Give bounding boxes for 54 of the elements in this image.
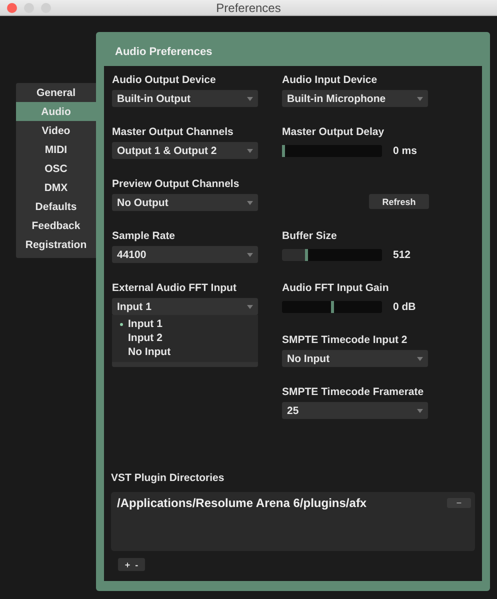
slider-thumb[interactable] bbox=[305, 248, 308, 260]
dropdown[interactable]: 25 bbox=[282, 402, 428, 419]
sidebar-item[interactable]: OSC bbox=[16, 159, 96, 178]
sidebar-item[interactable]: MIDI bbox=[16, 140, 96, 159]
caret-icon bbox=[417, 408, 423, 412]
field-label: SMPTE Timecode Input 2 bbox=[282, 333, 408, 348]
dropdown[interactable]: Built-in Microphone bbox=[282, 90, 428, 107]
sidebar-item[interactable]: Feedback bbox=[16, 216, 96, 235]
caret-icon bbox=[247, 148, 253, 152]
slider[interactable] bbox=[282, 248, 382, 260]
field-label: Preview Output Channels bbox=[112, 177, 240, 192]
sidebar-item[interactable]: DMX bbox=[16, 178, 96, 197]
slider-reading: 0 dB bbox=[393, 300, 416, 312]
caret-icon bbox=[247, 252, 253, 256]
dropdown[interactable]: No Input bbox=[282, 350, 428, 367]
caret-icon bbox=[247, 304, 253, 308]
directory-path[interactable]: /Applications/Resolume Arena 6/plugins/afx bbox=[117, 496, 367, 510]
field-label: Audio Input Device bbox=[282, 73, 378, 88]
dropdown[interactable]: No Output bbox=[112, 194, 258, 211]
dropdown[interactable]: Output 1 & Output 2 bbox=[112, 142, 258, 159]
section-label: VST Plugin Directories bbox=[111, 471, 226, 486]
caret-icon bbox=[247, 200, 253, 204]
field-label: Audio FFT Input Gain bbox=[282, 281, 390, 296]
sidebar-item[interactable]: General bbox=[16, 83, 96, 102]
sidebar-item[interactable]: Defaults bbox=[16, 197, 96, 216]
window-title: Preferences bbox=[216, 0, 281, 14]
slider-thumb[interactable] bbox=[282, 144, 285, 156]
caret-icon bbox=[247, 96, 253, 100]
slider[interactable] bbox=[282, 300, 382, 312]
dropdown[interactable]: 44100 bbox=[112, 246, 258, 263]
add-remove-button[interactable]: + - bbox=[118, 558, 145, 571]
field-label: Audio Output Device bbox=[112, 73, 217, 88]
slider-reading: 0 ms bbox=[393, 144, 417, 156]
field-label: SMPTE Timecode Framerate bbox=[282, 385, 425, 400]
field-label: Master Output Channels bbox=[112, 125, 234, 140]
caret-icon bbox=[417, 356, 423, 360]
menu-item[interactable]: Input 2 bbox=[112, 331, 258, 345]
refresh-button[interactable]: Refresh bbox=[369, 194, 429, 209]
slider-thumb[interactable] bbox=[330, 300, 334, 312]
field-label: Sample Rate bbox=[112, 229, 176, 244]
sidebar-item[interactable]: Video bbox=[16, 121, 96, 140]
slider[interactable] bbox=[282, 144, 382, 156]
sidebar-item[interactable]: Registration bbox=[16, 235, 96, 254]
field-label: Buffer Size bbox=[282, 229, 338, 244]
dropdown[interactable]: Input 1 bbox=[112, 298, 258, 315]
panel-title: Audio Preferences bbox=[114, 45, 214, 60]
slider-reading: 512 bbox=[393, 248, 411, 260]
dropdown[interactable]: Built-in Output bbox=[112, 90, 258, 107]
menu-item[interactable]: No Input bbox=[112, 345, 258, 359]
caret-icon bbox=[417, 96, 423, 100]
remove-button[interactable]: – bbox=[447, 498, 471, 508]
menu-item[interactable]: Input 1 bbox=[112, 317, 258, 331]
field-label: External Audio FFT Input bbox=[112, 281, 238, 296]
field-label: Master Output Delay bbox=[282, 125, 386, 140]
